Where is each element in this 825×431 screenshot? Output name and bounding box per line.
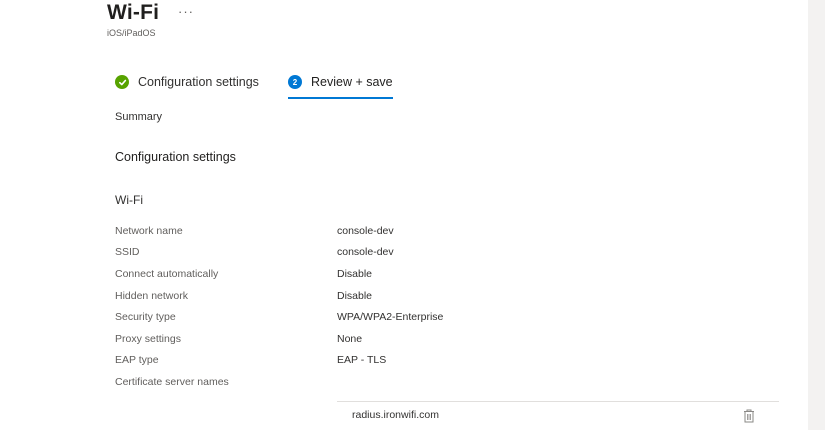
setting-key: EAP type bbox=[115, 354, 159, 367]
setting-key: SSID bbox=[115, 246, 140, 259]
active-step-indicator bbox=[288, 97, 393, 99]
setting-value: console-dev bbox=[337, 246, 394, 259]
tab-configuration-settings[interactable]: Configuration settings bbox=[115, 74, 259, 100]
setting-value: console-dev bbox=[337, 224, 394, 237]
certificate-server-row: radius.ironwifi.com bbox=[337, 401, 779, 431]
setting-value: Disable bbox=[337, 267, 373, 280]
step-label: Review + save bbox=[311, 75, 393, 89]
setting-value: EAP - TLS bbox=[337, 354, 387, 367]
step-label: Configuration settings bbox=[138, 75, 259, 89]
setting-row-eap-type: EAP type EAP - TLS bbox=[115, 350, 615, 372]
page-title: Wi-Fi bbox=[107, 1, 160, 24]
check-circle-icon bbox=[115, 75, 129, 89]
more-options-button[interactable]: ··· bbox=[178, 4, 194, 19]
setting-value: Disable bbox=[337, 289, 373, 302]
section-heading: Configuration settings bbox=[115, 150, 236, 164]
setting-key: Proxy settings bbox=[115, 332, 181, 345]
right-gutter bbox=[808, 0, 825, 430]
step-number-badge: 2 bbox=[288, 75, 302, 89]
setting-row-certificate-server-names: Certificate server names bbox=[115, 371, 615, 393]
setting-row-network-name: Network name console-dev bbox=[115, 220, 615, 242]
trash-icon[interactable] bbox=[742, 408, 756, 424]
setting-key: Certificate server names bbox=[115, 375, 229, 388]
setting-key: Network name bbox=[115, 224, 183, 237]
setting-row-ssid: SSID console-dev bbox=[115, 242, 615, 264]
setting-key: Connect automatically bbox=[115, 267, 219, 280]
setting-row-proxy-settings: Proxy settings None bbox=[115, 328, 615, 350]
setting-row-connect-automatically: Connect automatically Disable bbox=[115, 263, 615, 285]
group-heading: Wi-Fi bbox=[115, 193, 143, 207]
page-subtitle: iOS/iPadOS bbox=[107, 28, 156, 38]
summary-label: Summary bbox=[115, 111, 163, 123]
setting-row-security-type: Security type WPA/WPA2-Enterprise bbox=[115, 306, 615, 328]
setting-value: None bbox=[337, 332, 363, 345]
settings-list: Network name console-dev SSID console-de… bbox=[115, 220, 615, 393]
setting-key: Security type bbox=[115, 311, 176, 324]
setting-key: Hidden network bbox=[115, 289, 188, 302]
setting-row-hidden-network: Hidden network Disable bbox=[115, 285, 615, 307]
certificate-server-name: radius.ironwifi.com bbox=[352, 409, 439, 421]
setting-value: WPA/WPA2-Enterprise bbox=[337, 311, 444, 324]
